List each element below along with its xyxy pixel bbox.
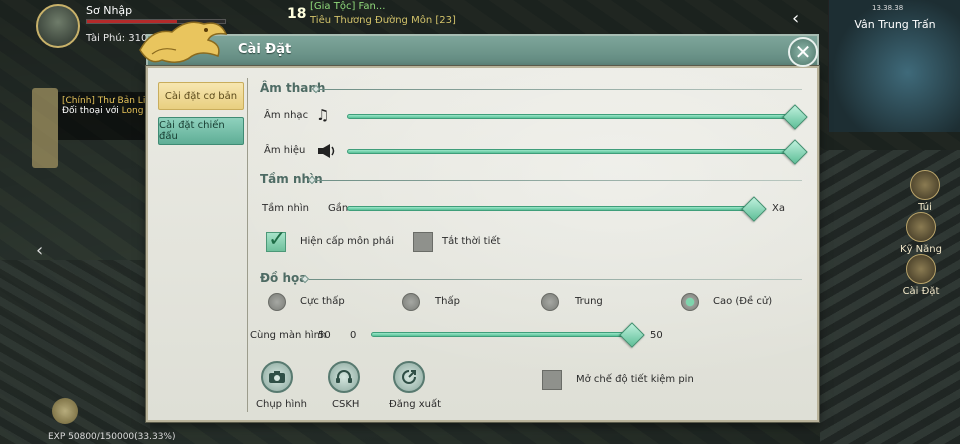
logout-button[interactable] (393, 361, 425, 393)
settings-label: Cài Đặt (902, 286, 940, 297)
tab-divider (247, 78, 248, 412)
same-screen-current-value: 50 (318, 330, 331, 341)
view-distance-label: Tầm nhìn (262, 203, 309, 214)
graphics-option-label: Cao (Đề cử) (713, 296, 773, 307)
music-slider[interactable] (347, 114, 795, 119)
bag-button[interactable]: Túi (900, 170, 950, 213)
skills-icon (906, 212, 936, 242)
support-label: CSKH (332, 399, 360, 410)
player-level: 18 (287, 6, 307, 22)
graphics-option-medium[interactable] (541, 293, 559, 311)
same-screen-label: Cùng màn hình (250, 330, 327, 341)
checkmark-icon: ✓ (268, 227, 287, 252)
chat-preview[interactable]: [Gia Tộc] Fan... Tiêu Thương Đường Môn [… (310, 0, 456, 28)
section-divider (316, 180, 802, 181)
same-screen-max: 50 (650, 330, 663, 341)
view-max-label: Xa (772, 203, 785, 214)
graphics-option-label: Thấp (435, 296, 460, 307)
view-distance-slider[interactable] (347, 206, 757, 211)
settings-button[interactable]: Cài Đặt (896, 254, 946, 297)
logout-label: Đăng xuất (389, 399, 442, 410)
support-button[interactable] (328, 361, 360, 393)
same-screen-min: 0 (350, 330, 357, 341)
same-screen-slider[interactable] (371, 332, 633, 337)
speaker-icon (318, 144, 335, 158)
headset-icon (336, 370, 352, 383)
effects-label: Âm hiệu (264, 145, 306, 156)
camera-icon (269, 371, 285, 383)
player-name: Sơ Nhập (86, 4, 133, 17)
close-icon: ✕ (794, 40, 812, 64)
section-divider (320, 89, 802, 90)
show-sect-level-label: Hiện cấp môn phái (300, 236, 395, 247)
bag-icon (910, 170, 940, 200)
graphics-option-very-low[interactable] (268, 293, 286, 311)
power-save-label: Mở chế độ tiết kiệm pin (576, 374, 694, 385)
weather-off-checkbox[interactable] (413, 232, 433, 252)
dialog-title: Cài Đặt (238, 42, 292, 57)
screenshot-label: Chụp hình (256, 399, 307, 410)
graphics-option-high[interactable] (681, 293, 699, 311)
logout-icon (402, 370, 416, 384)
graphics-option-label: Cực thấp (300, 296, 345, 307)
tab-basic-settings[interactable]: Cài đặt cơ bản (158, 82, 244, 110)
music-note-icon: ♫ (316, 106, 330, 124)
gear-icon (906, 254, 936, 284)
clock-readout: 13.38.38 (872, 4, 904, 12)
graphics-option-low[interactable] (402, 293, 420, 311)
minimap-location: Vân Trung Trấn (854, 18, 936, 31)
graphics-option-label: Trung (575, 296, 603, 307)
qilin-emblem-icon (139, 21, 228, 63)
weather-off-label: Tắt thời tiết (442, 236, 501, 247)
view-min-label: Gần (328, 203, 349, 214)
chat-line: Tiêu Thương Đường Môn [23] (310, 15, 456, 26)
effects-slider[interactable] (347, 149, 795, 154)
meditate-icon[interactable] (52, 398, 78, 424)
close-button[interactable]: ✕ (788, 37, 818, 67)
screenshot-button[interactable] (261, 361, 293, 393)
music-label: Âm nhạc (264, 110, 309, 121)
chat-line: [Gia Tộc] Fan... (310, 1, 386, 12)
collapse-right-arrow-icon[interactable]: ‹ (792, 8, 799, 29)
power-save-checkbox[interactable] (542, 370, 562, 390)
show-sect-level-checkbox[interactable]: ✓ (266, 227, 286, 252)
quest-tab-strip[interactable] (32, 88, 58, 168)
tab-combat-settings[interactable]: Cài đặt chiến đấu (158, 117, 244, 145)
skills-button[interactable]: Kỹ Năng (896, 212, 946, 255)
section-divider (309, 279, 802, 280)
player-avatar[interactable] (36, 4, 80, 48)
exp-readout: EXP 50800/150000(33.33%) (48, 432, 176, 442)
collapse-left-arrow-icon[interactable]: ‹ (36, 240, 43, 261)
